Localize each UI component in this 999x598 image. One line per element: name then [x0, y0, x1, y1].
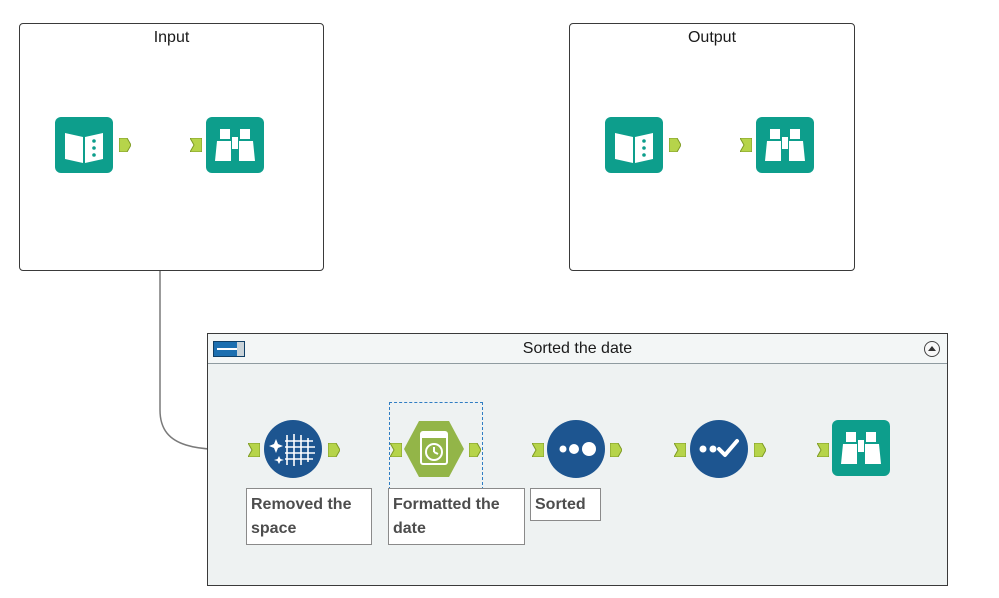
anchor-icon — [189, 137, 203, 153]
datetime-input-anchor[interactable] — [389, 442, 403, 458]
anchor-icon — [327, 442, 341, 458]
anchor-icon — [531, 442, 545, 458]
input-container-title: Input — [153, 29, 190, 46]
anchor-icon — [609, 442, 623, 458]
binoculars-icon — [832, 420, 890, 476]
collapse-button[interactable] — [924, 341, 940, 357]
input-output-anchor[interactable] — [668, 137, 682, 153]
anchor-icon — [816, 442, 830, 458]
browse-input-anchor[interactable] — [816, 442, 830, 458]
book-icon — [55, 117, 113, 173]
anchor-icon — [668, 137, 682, 153]
input-data-tool-output[interactable] — [605, 117, 663, 173]
select-checkmark-icon — [690, 420, 748, 478]
sort-output-anchor[interactable] — [609, 442, 623, 458]
select-input-anchor[interactable] — [673, 442, 687, 458]
output-container-title: Output — [687, 29, 737, 46]
anchor-icon — [673, 442, 687, 458]
anchor-icon — [118, 137, 132, 153]
browse-tool-container[interactable] — [832, 420, 890, 476]
select-tool[interactable] — [689, 419, 749, 479]
annotation-formatted-the-date: Formatted the date — [388, 488, 525, 545]
browse-tool-output[interactable] — [756, 117, 814, 173]
annotation-sorted: Sorted — [530, 488, 601, 521]
select-output-anchor[interactable] — [753, 442, 767, 458]
datetime-output-anchor[interactable] — [468, 442, 482, 458]
data-cleansing-tool[interactable] — [263, 419, 323, 479]
data-cleansing-icon — [264, 420, 322, 478]
book-icon — [605, 117, 663, 173]
anchor-icon — [247, 442, 261, 458]
data-cleansing-input-anchor[interactable] — [247, 442, 261, 458]
input-output-anchor[interactable] — [118, 137, 132, 153]
container-title: Sorted the date — [522, 340, 633, 357]
anchor-icon — [739, 137, 753, 153]
datetime-tool[interactable] — [404, 419, 464, 479]
container-header[interactable]: Sorted the date — [208, 334, 947, 364]
browse-input-anchor[interactable] — [739, 137, 753, 153]
sort-tool[interactable] — [546, 419, 606, 479]
sort-icon — [547, 420, 605, 478]
anchor-icon — [468, 442, 482, 458]
input-data-tool[interactable] — [55, 117, 113, 173]
browse-tool-input[interactable] — [206, 117, 264, 173]
binoculars-icon — [206, 117, 264, 173]
clock-icon — [404, 421, 464, 477]
anchor-icon — [753, 442, 767, 458]
browse-input-anchor[interactable] — [189, 137, 203, 153]
chevron-up-icon — [928, 346, 936, 351]
data-cleansing-output-anchor[interactable] — [327, 442, 341, 458]
annotation-removed-the-space: Removed the space — [246, 488, 372, 545]
binoculars-icon — [756, 117, 814, 173]
anchor-icon — [389, 442, 403, 458]
sort-input-anchor[interactable] — [531, 442, 545, 458]
